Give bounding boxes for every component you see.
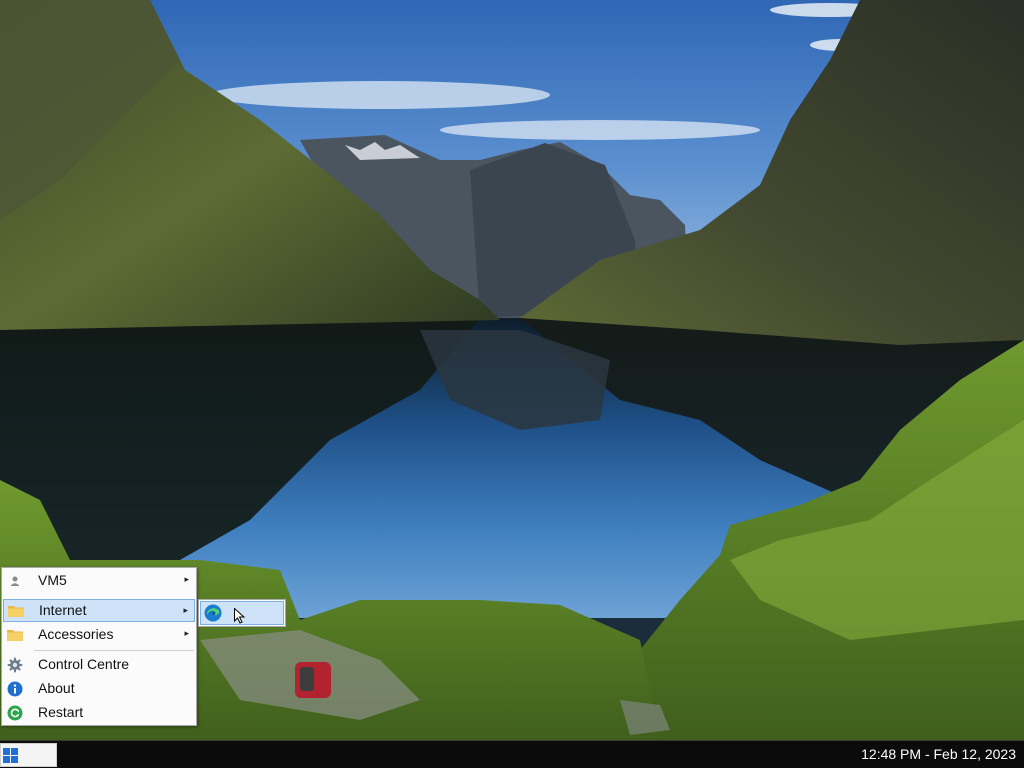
menu-item-vm5[interactable]: VM5 ▸ bbox=[3, 569, 195, 592]
menu-item-label: About bbox=[38, 680, 75, 696]
submenu-item-browser[interactable] bbox=[200, 601, 284, 625]
menu-item-label: Control Centre bbox=[38, 656, 130, 672]
gear-icon bbox=[7, 657, 23, 673]
internet-submenu bbox=[198, 599, 286, 627]
menu-item-control-centre[interactable]: Control Centre bbox=[3, 653, 195, 676]
info-icon bbox=[7, 681, 23, 697]
user-icon bbox=[7, 573, 23, 589]
start-menu: VM5 ▸ Internet ▸ Accessories ▸ Control C… bbox=[1, 567, 197, 726]
menu-item-restart[interactable]: Restart bbox=[3, 701, 195, 724]
mouse-cursor-icon bbox=[234, 608, 245, 624]
menu-item-label: VM5 bbox=[38, 572, 67, 588]
menu-item-label: Restart bbox=[38, 704, 84, 720]
windows-logo-icon bbox=[3, 748, 18, 763]
submenu-arrow-icon: ▸ bbox=[183, 605, 188, 615]
menu-item-label: Accessories bbox=[38, 626, 114, 642]
menu-item-about[interactable]: About bbox=[3, 677, 195, 700]
taskbar-clock[interactable]: 12:48 PM - Feb 12, 2023 bbox=[861, 746, 1016, 762]
menu-item-label: Internet bbox=[39, 602, 87, 618]
folder-icon bbox=[7, 627, 23, 643]
menu-separator bbox=[34, 650, 194, 651]
start-button[interactable] bbox=[0, 743, 57, 767]
edge-browser-icon bbox=[204, 604, 222, 622]
submenu-arrow-icon: ▸ bbox=[184, 574, 189, 584]
restart-icon bbox=[7, 705, 23, 721]
taskbar: 12:48 PM - Feb 12, 2023 bbox=[0, 740, 1024, 768]
menu-item-accessories[interactable]: Accessories ▸ bbox=[3, 623, 195, 646]
submenu-arrow-icon: ▸ bbox=[184, 628, 189, 638]
menu-item-internet[interactable]: Internet ▸ bbox=[3, 599, 195, 622]
folder-icon bbox=[8, 603, 24, 619]
